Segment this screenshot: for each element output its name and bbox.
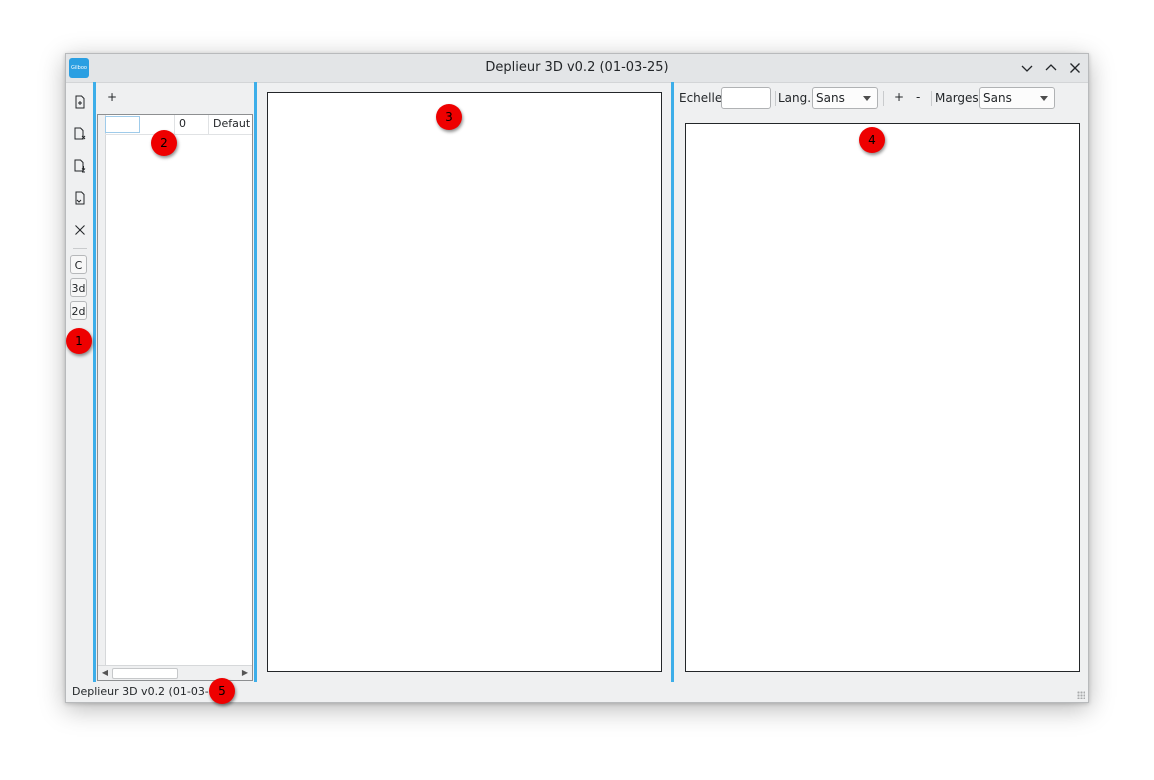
3d-view[interactable] — [267, 92, 662, 672]
toolbar-separator — [883, 91, 884, 106]
export-file-icon — [75, 191, 85, 205]
zoom-out-button[interactable]: - — [916, 90, 920, 104]
new-file-icon — [75, 95, 85, 109]
chevron-up-icon — [1045, 64, 1057, 71]
save-file-icon — [74, 159, 86, 173]
resize-grip-icon[interactable] — [1077, 691, 1085, 699]
splitter-left[interactable] — [93, 82, 96, 682]
close-file-button[interactable] — [72, 126, 88, 142]
toolbar-separator — [775, 91, 776, 106]
save-file-button[interactable] — [72, 158, 88, 174]
close-icon — [1070, 63, 1080, 73]
row-count: 0 — [179, 117, 186, 130]
lang-value: Sans — [816, 91, 845, 105]
scale-input[interactable] — [721, 87, 771, 109]
lang-label: Lang.: — [778, 91, 816, 105]
app-window: Gilboo Deplieur 3D v0.2 (01-03-25) C 3d … — [65, 53, 1089, 703]
close-icon — [75, 225, 85, 235]
horizontal-scrollbar[interactable]: ◀ ▶ — [98, 665, 252, 680]
2d-button[interactable]: 2d — [70, 301, 87, 320]
3d-button[interactable]: 3d — [70, 278, 87, 297]
add-item-button[interactable]: + — [107, 90, 117, 104]
maximize-button[interactable] — [1041, 58, 1061, 78]
margins-select[interactable]: Sans — [979, 87, 1055, 109]
dropdown-arrow-icon — [863, 96, 871, 101]
list-item[interactable]: 0 Defaut — [105, 115, 252, 135]
zoom-in-button[interactable]: + — [894, 90, 904, 104]
splitter-middle[interactable] — [254, 82, 257, 682]
window-title: Deplieur 3D v0.2 (01-03-25) — [485, 60, 669, 75]
column-divider — [174, 115, 175, 134]
left-toolbar: C 3d 2d — [66, 82, 93, 682]
callout-marker-5: 5 — [209, 678, 235, 704]
column-divider — [208, 115, 209, 134]
row-name-field[interactable] — [105, 116, 140, 133]
row-style[interactable]: Defaut — [213, 117, 250, 130]
callout-marker-2: 2 — [151, 130, 177, 156]
title-bar[interactable]: Gilboo Deplieur 3D v0.2 (01-03-25) — [66, 54, 1088, 83]
close-button[interactable] — [72, 222, 88, 238]
dropdown-arrow-icon — [1040, 96, 1048, 101]
lang-select[interactable]: Sans — [812, 87, 878, 109]
close-file-icon — [74, 127, 86, 140]
new-file-button[interactable] — [72, 94, 88, 110]
c-button[interactable]: C — [70, 255, 87, 274]
splitter-right[interactable] — [671, 82, 674, 682]
pieces-list[interactable]: 0 Defaut ◀ ▶ — [97, 114, 253, 681]
2d-view[interactable] — [685, 123, 1080, 672]
scroll-right-icon[interactable]: ▶ — [238, 666, 252, 680]
close-window-button[interactable] — [1065, 58, 1085, 78]
list-row-header — [98, 115, 106, 667]
scrollbar-thumb[interactable] — [112, 668, 178, 679]
callout-marker-3: 3 — [436, 104, 462, 130]
scale-label: Echelle: — [679, 91, 727, 105]
toolbar-separator — [73, 248, 87, 249]
minimize-button[interactable] — [1017, 58, 1037, 78]
scroll-left-icon[interactable]: ◀ — [98, 666, 112, 680]
margins-label: Marges: — [935, 91, 983, 105]
chevron-down-icon — [1021, 65, 1033, 72]
status-bar-text: Deplieur 3D v0.2 (01-03-25) — [72, 685, 228, 698]
callout-marker-1: 1 — [66, 328, 92, 354]
margins-value: Sans — [983, 91, 1012, 105]
export-file-button[interactable] — [72, 190, 88, 206]
callout-marker-4: 4 — [859, 127, 885, 153]
toolbar-separator — [931, 91, 932, 106]
